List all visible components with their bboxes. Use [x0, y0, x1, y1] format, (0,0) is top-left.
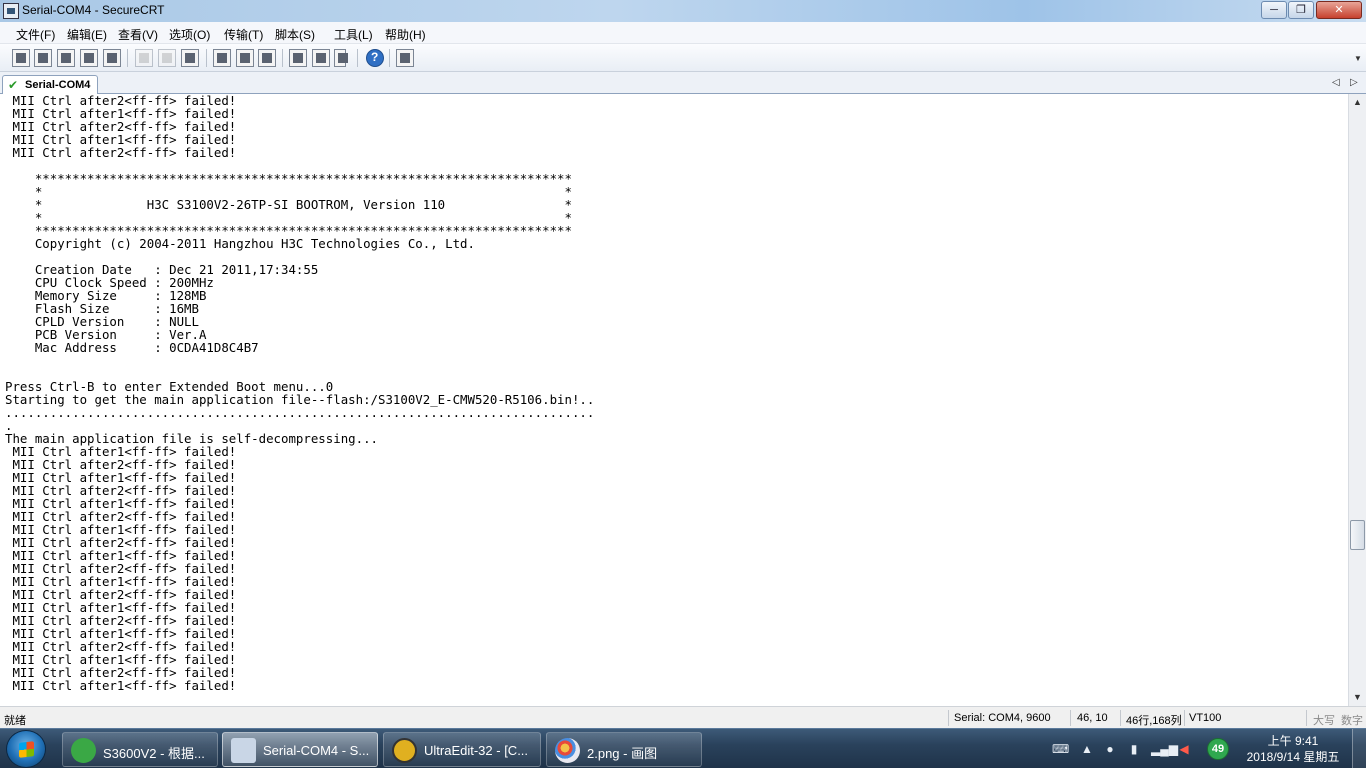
status-size: 46行,168列 — [1126, 715, 1182, 727]
tab-strip: ✔ Serial-COM4 ◁ ▷ — [0, 72, 1366, 94]
taskbar-item-label: 2.png - 画图 — [587, 746, 658, 761]
quick-connect-icon[interactable] — [34, 49, 52, 67]
taskbar-item-label: Serial-COM4 - S... — [263, 743, 370, 758]
session-options-icon[interactable] — [289, 49, 307, 67]
tab-label: Serial-COM4 — [25, 79, 91, 91]
clock-date: 2018/9/14 星期五 — [1246, 750, 1340, 764]
taskbar-item-securecrt[interactable]: Serial-COM4 - S... — [222, 732, 378, 767]
status-caps: 大写 — [1313, 715, 1335, 727]
title-bar: Serial-COM4 - SecureCRT ─ ❐ ✕ — [0, 0, 1366, 22]
menu-transfer[interactable]: 传输(T) — [224, 26, 263, 43]
taskbar-item-label: S3600V2 - 根据... — [103, 746, 205, 761]
close-button[interactable]: ✕ — [1316, 1, 1362, 19]
toolbar: ▼ — [0, 44, 1366, 72]
status-divider — [1120, 710, 1121, 726]
global-options-icon[interactable] — [312, 49, 330, 67]
disconnect-icon[interactable] — [103, 49, 121, 67]
menu-script[interactable]: 脚本(S) — [275, 26, 315, 43]
network-icon[interactable]: ▂▄▆ — [1151, 741, 1178, 757]
browser-icon — [71, 738, 96, 763]
start-button[interactable] — [6, 730, 46, 768]
securecrt-icon — [231, 738, 256, 763]
menu-tools[interactable]: 工具(L) — [334, 26, 373, 43]
vertical-scrollbar[interactable]: ▲ ▼ — [1348, 94, 1366, 706]
find-icon[interactable] — [181, 49, 199, 67]
terminal-output[interactable]: MII Ctrl after2<ff-ff> failed! MII Ctrl … — [0, 94, 1348, 706]
taskbar-item-paint[interactable]: 2.png - 画图 — [546, 732, 702, 767]
taskbar: S3600V2 - 根据... Serial-COM4 - S... Ultra… — [0, 728, 1366, 769]
maximize-button[interactable]: ❐ — [1288, 1, 1314, 19]
tab-prev-icon[interactable]: ◁ — [1332, 77, 1340, 88]
taskbar-item-ultraedit[interactable]: UltraEdit-32 - [C... — [383, 732, 541, 767]
qq-notification-badge[interactable]: 49 — [1207, 738, 1229, 760]
volume-muted-icon[interactable]: ◀ — [1176, 741, 1192, 757]
status-bar: 就绪 Serial: COM4, 9600 46, 10 46行,168列 VT… — [0, 706, 1366, 728]
status-divider — [948, 710, 949, 726]
toolbar-separator — [389, 49, 390, 67]
connect-icon[interactable] — [12, 49, 30, 67]
scroll-down-icon[interactable]: ▼ — [1349, 689, 1366, 706]
qq-icon[interactable]: ● — [1102, 741, 1118, 757]
check-icon: ✔ — [8, 78, 19, 92]
clipboard-icon[interactable]: ▮ — [1126, 741, 1142, 757]
sftp-icon[interactable] — [396, 49, 414, 67]
window-title: Serial-COM4 - SecureCRT — [22, 3, 165, 17]
menu-bar: 文件(F) 编辑(E) 查看(V) 选项(O) 传输(T) 脚本(S) 工具(L… — [0, 22, 1366, 44]
status-cursor: 46, 10 — [1077, 712, 1108, 724]
print-selection-icon[interactable] — [236, 49, 254, 67]
paint-icon — [555, 738, 580, 763]
minimize-button[interactable]: ─ — [1261, 1, 1287, 19]
paste-icon[interactable] — [158, 49, 176, 67]
tab-serial-com4[interactable]: ✔ Serial-COM4 — [2, 75, 98, 94]
keyboard-icon[interactable]: ⌨ — [1052, 741, 1069, 757]
connect-tab-icon[interactable] — [57, 49, 75, 67]
status-emulation: VT100 — [1189, 712, 1222, 724]
menu-file[interactable]: 文件(F) — [16, 26, 55, 43]
toolbar-separator — [357, 49, 358, 67]
toolbar-separator — [206, 49, 207, 67]
menu-options[interactable]: 选项(O) — [169, 26, 210, 43]
toolbar-overflow-icon[interactable]: ▼ — [1354, 54, 1362, 63]
status-divider — [1070, 710, 1071, 726]
tab-next-icon[interactable]: ▷ — [1350, 77, 1358, 88]
status-num: 数字 — [1341, 715, 1363, 727]
print-screen-icon[interactable] — [213, 49, 231, 67]
status-ready: 就绪 — [4, 715, 26, 727]
status-connection: Serial: COM4, 9600 — [954, 712, 1051, 724]
scroll-thumb[interactable] — [1350, 520, 1365, 550]
taskbar-item-browser[interactable]: S3600V2 - 根据... — [62, 732, 218, 767]
keymap-icon[interactable] — [334, 49, 348, 67]
taskbar-item-label: UltraEdit-32 - [C... — [424, 743, 529, 758]
menu-view[interactable]: 查看(V) — [118, 26, 158, 43]
reconnect-icon[interactable] — [80, 49, 98, 67]
help-icon[interactable] — [366, 49, 384, 67]
status-divider — [1184, 710, 1185, 726]
scroll-up-icon[interactable]: ▲ — [1349, 94, 1366, 111]
copy-icon[interactable] — [135, 49, 153, 67]
menu-help[interactable]: 帮助(H) — [385, 26, 426, 43]
securecrt-app-icon[interactable] — [3, 3, 19, 19]
clock[interactable]: 上午 9:41 2018/9/14 星期五 — [1242, 733, 1344, 765]
status-divider — [1306, 710, 1307, 726]
terminal-text: MII Ctrl after2<ff-ff> failed! MII Ctrl … — [5, 94, 595, 693]
clock-time: 上午 9:41 — [1267, 734, 1319, 748]
menu-edit[interactable]: 编辑(E) — [67, 26, 107, 43]
show-desktop-button[interactable] — [1352, 729, 1366, 769]
toolbar-separator — [282, 49, 283, 67]
toolbar-separator — [127, 49, 128, 67]
ultraedit-icon — [392, 738, 417, 763]
print-icon[interactable] — [258, 49, 276, 67]
show-hidden-icons-icon[interactable]: ▲ — [1079, 741, 1095, 757]
